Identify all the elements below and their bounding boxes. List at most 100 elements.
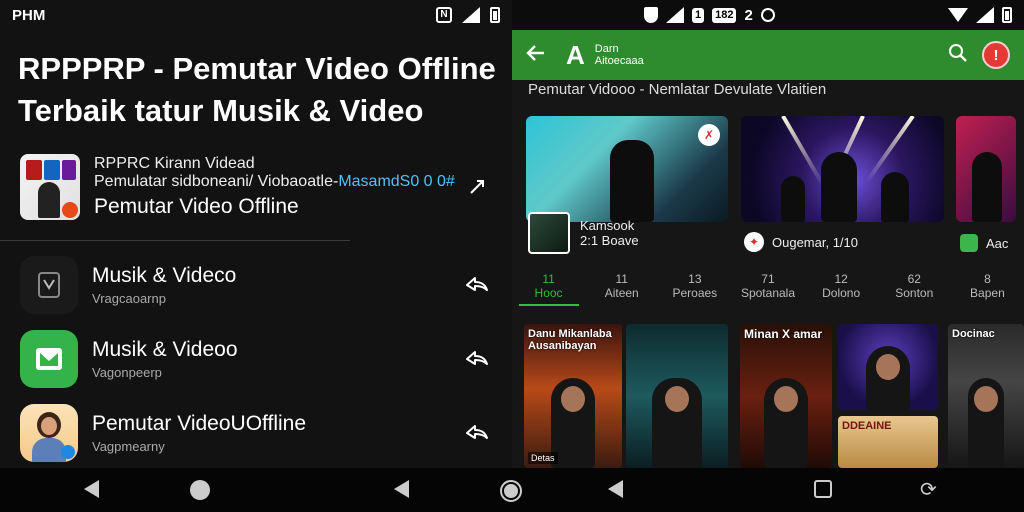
list-item-title: Pemutar VideoUOffline [92,412,307,435]
list-item[interactable]: Pemutar VideoUOffline Vagpmearny [0,404,512,462]
tab-peroaes[interactable]: 13 Peroaes [665,272,725,306]
app-icon [20,404,78,462]
alarm-icon [760,8,775,22]
video-poster[interactable] [838,324,938,410]
share-icon[interactable] [462,344,492,374]
signal-icon [462,7,480,23]
featured-app-icon [20,154,80,220]
poster-title: Docinac [952,328,995,340]
list-item[interactable]: Musik & Videoo Vagonpeerp [0,330,512,388]
app-title-line1: Darn [594,43,619,55]
expand-icon[interactable] [462,172,492,202]
featured-line1: RPPRC Kirann Videad [94,155,255,172]
featured-app-row[interactable]: RPPRC Kirann Videad Pemulatar sidboneani… [0,154,512,220]
performer-figure [551,378,595,468]
performer-figure [881,172,909,222]
featured-line2-text: Pemulatar sidboneani/ Viobaoatle- [94,173,339,190]
card-meta: ✦ Ougemar, 1/10 [744,232,858,252]
page-title: RPPPRP - Pemutar Video Offline Terbaik t… [18,51,496,128]
featured-line2: Pemulatar sidboneani/ Viobaoatle-MasamdS… [94,173,462,191]
list-item-text: Musik & Videco Vragcaoarnp [92,264,462,306]
tab-bapen[interactable]: 8 Bapen [957,272,1017,306]
close-badge-icon[interactable]: ✗ [698,124,720,146]
spotlight [781,116,825,187]
card-title: Ougemar, 1/10 [772,234,858,250]
tab-aiteen[interactable]: 11 Aiteen [592,272,652,306]
list-item-subtitle: Vragcaoarnp [92,291,166,306]
rotate-icon: ⟳ [920,479,937,501]
right-pane: 1 182 2 A Darn Aitoecaaa ! Pemutar Vidoo… [512,0,1024,468]
status-bar: 1 182 2 [512,0,1024,30]
battery-icon [1002,7,1012,23]
tab-spotanala[interactable]: 71 Spotanala [738,272,798,306]
wifi-icon [948,8,968,22]
back-triangle-icon [84,480,99,498]
video-poster[interactable]: Minan X amar [740,324,832,468]
share-icon[interactable] [462,418,492,448]
back-triangle-icon [394,480,409,498]
tab-dolono[interactable]: 12 Dolono [811,272,871,306]
back-nav-button[interactable] [84,480,104,500]
poster-title: DDEAINE [842,420,892,432]
poster-title: Minan X amar [744,327,823,341]
video-poster[interactable]: Danu Mikanlaba Ausanibayan Detas [524,324,622,468]
list-item-title: Musik & Videoo [92,338,238,361]
app-logo: A [566,39,585,70]
list-item-subtitle: Vagpmearny [92,439,165,454]
video-card[interactable]: ✗ [526,116,728,222]
performer-figure [866,346,910,410]
poster-title: Danu Mikanlaba Ausanibayan [528,328,612,352]
nfc-icon: N [436,7,452,23]
video-poster[interactable]: DDEAINE [838,416,938,468]
status-pill: 1 [692,7,705,23]
back-nav-button[interactable] [394,480,414,500]
rotate-nav-button[interactable]: ⟳ [920,480,940,500]
card-meta: Aac [960,234,1008,252]
share-icon[interactable] [462,270,492,300]
app-icon [20,330,78,388]
status-time: PHM [12,6,46,24]
performer-figure [610,140,654,222]
performer-figure [821,152,857,222]
list-item-text: Musik & Videoo Vagonpeerp [92,338,462,380]
status-number: 2 [744,6,753,24]
list-item-text: Pemutar VideoUOffline Vagpmearny [92,412,462,454]
channel-icon [960,234,978,252]
video-poster[interactable] [626,324,728,468]
featured-link[interactable]: MasamdS0 0 0# [338,173,455,190]
featured-title: Pemutar Video Offline [94,195,299,218]
card-meta: Kamsook 2:1 Boave [528,212,639,254]
tab-home[interactable]: 11 Hooc [518,272,579,306]
list-item[interactable]: Musik & Videco Vragcaoarnp [0,256,512,314]
channel-icon: ✦ [744,232,764,252]
video-poster[interactable]: Docinac [948,324,1024,468]
performer-figure [781,176,805,222]
app-icon [20,256,78,314]
video-card[interactable] [956,116,1016,222]
performer-figure [972,152,1002,222]
tab-sonton[interactable]: 62 Sonton [884,272,944,306]
app-bar: A Darn Aitoecaaa ! [512,30,1024,80]
recents-square-icon [814,480,832,498]
battery-icon [490,7,500,23]
video-card[interactable] [741,116,944,222]
search-icon[interactable] [948,43,968,68]
signal-icon [666,7,684,23]
navigation-bar: ⟳ [0,468,1024,512]
back-nav-button[interactable] [608,480,628,500]
home-nav-button[interactable] [190,480,210,500]
list-item-subtitle: Vagonpeerp [92,365,162,380]
back-arrow-icon[interactable] [526,42,554,68]
app-title: Darn Aitoecaaa [595,43,644,67]
home-circle-icon [500,480,522,502]
signal-icon [976,7,994,23]
status-bar: PHM N [0,0,512,30]
home-nav-button[interactable] [500,480,522,502]
recents-nav-button[interactable] [814,480,834,500]
section-title: Pemutar Vidooo - Nemlatar Devulate Vlait… [528,81,827,98]
status-pill: 182 [712,7,737,23]
performer-figure [968,378,1004,468]
alert-button[interactable]: ! [982,41,1010,69]
app-title-line2: Aitoecaaa [594,55,644,67]
card-title: Kamsook [580,218,635,233]
